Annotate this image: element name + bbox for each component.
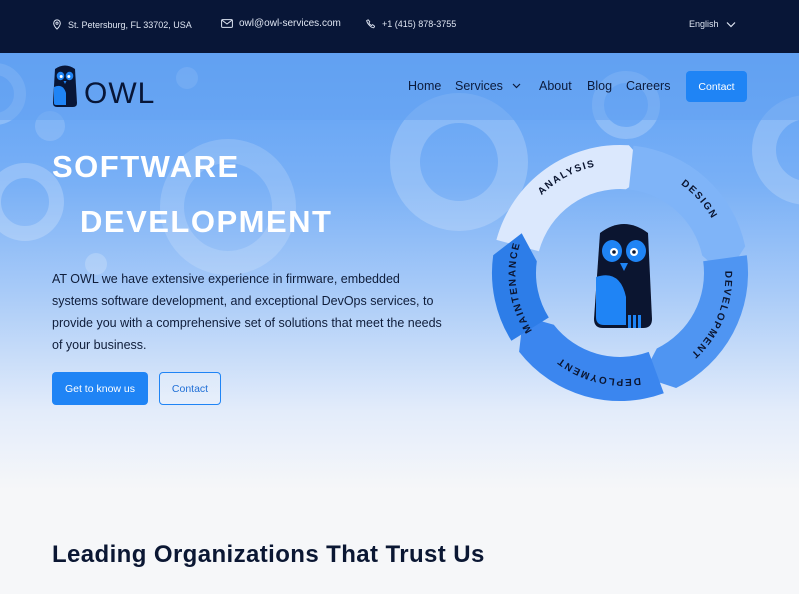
chevron-down-icon[interactable]	[726, 21, 736, 28]
mail-icon	[221, 19, 233, 28]
hero-contact-button[interactable]: Contact	[159, 372, 221, 405]
get-to-know-us-button[interactable]: Get to know us	[52, 372, 148, 405]
nav-careers-link[interactable]: Careers	[626, 79, 670, 93]
trust-heading: Leading Organizations That Trust Us	[52, 541, 485, 568]
nav-services[interactable]: Services	[455, 79, 521, 93]
nav-about-link[interactable]: About	[539, 79, 572, 93]
owl-mascot-icon	[594, 224, 652, 328]
top-info-bar: St. Petersburg, FL 33702, USA owl@owl-se…	[0, 0, 799, 53]
email-link[interactable]: owl@owl-services.com	[239, 18, 341, 29]
nav-careers[interactable]: Careers	[626, 79, 670, 93]
nav-home[interactable]: Home	[408, 79, 441, 93]
nav-about[interactable]: About	[539, 79, 572, 93]
owl-logo-icon	[53, 65, 77, 107]
location-pin-icon	[53, 19, 61, 30]
hero-title-line2: DEVELOPMENT	[80, 204, 333, 239]
email-item[interactable]: owl@owl-services.com	[221, 18, 341, 29]
address-text: St. Petersburg, FL 33702, USA	[68, 19, 192, 30]
site-logo[interactable]: OWL	[52, 63, 155, 109]
nav-blog[interactable]: Blog	[587, 79, 612, 93]
logo-text[interactable]: OWL	[84, 79, 155, 109]
phone-link[interactable]: +1 (415) 878-3755	[382, 19, 456, 29]
hero-section: OWL Home Services About Blog Careers Con…	[0, 53, 799, 490]
hero-description: AT OWL we have extensive experience in f…	[52, 272, 442, 352]
development-cycle-diagram: ANALYSISDESIGNDEVELOPMENTDEPLOYMENTMAINT…	[491, 144, 749, 402]
language-selector[interactable]: English	[689, 19, 719, 29]
nav-services-link[interactable]: Services	[455, 79, 503, 93]
hero-title-line1: SOFTWARE	[52, 149, 240, 184]
language-label[interactable]: English	[689, 19, 719, 29]
cycle-segment-deployment	[519, 316, 664, 402]
address-item: St. Petersburg, FL 33702, USA	[52, 19, 192, 30]
nav-blog-link[interactable]: Blog	[587, 79, 612, 93]
phone-icon	[366, 19, 376, 29]
nav-home-link[interactable]: Home	[408, 79, 441, 93]
nav-contact-button[interactable]: Contact	[686, 71, 747, 102]
phone-item[interactable]: +1 (415) 878-3755	[366, 19, 456, 29]
chevron-down-icon[interactable]	[512, 83, 521, 89]
